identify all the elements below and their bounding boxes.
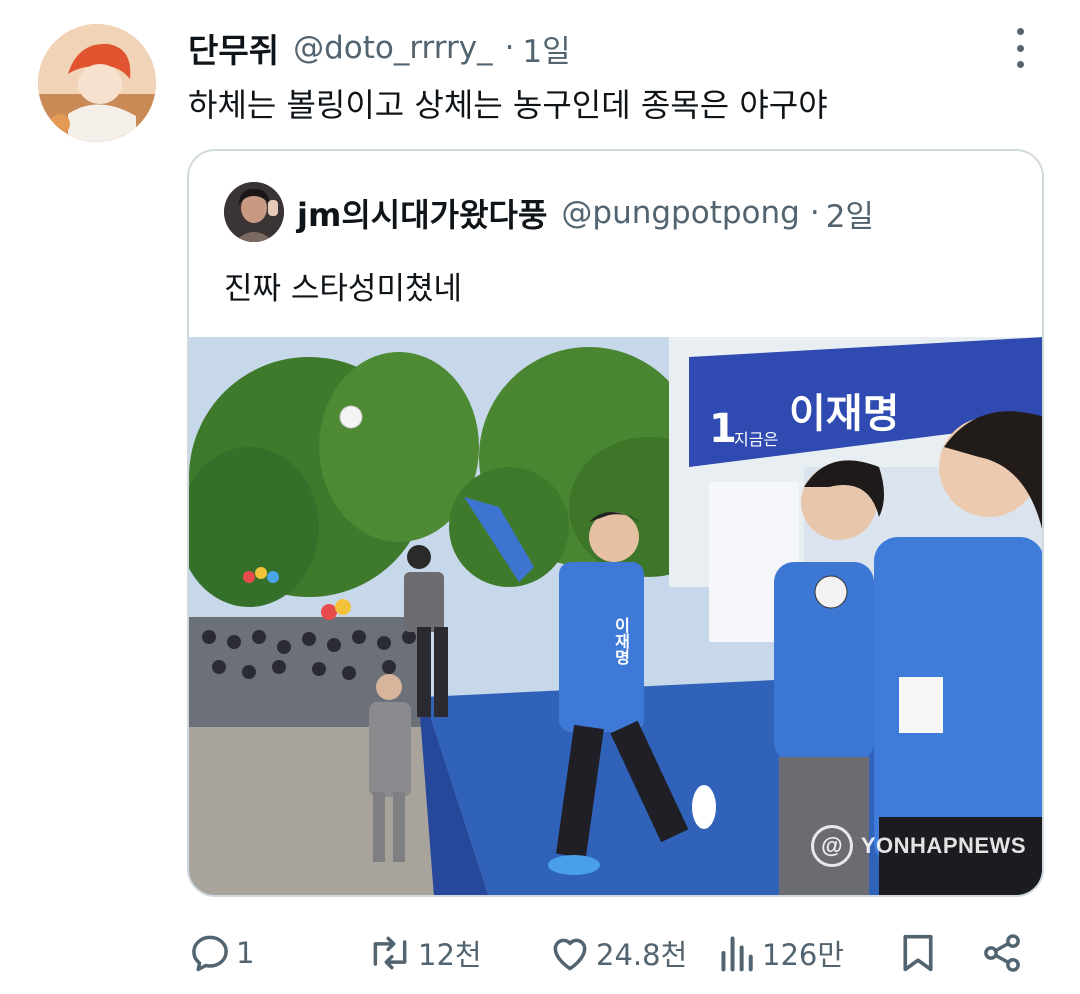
separator-dot: · [504,30,515,66]
views-icon [721,936,753,972]
share-button[interactable] [980,918,1024,988]
tweet-actions: 1 12천 24.8천 126만 [0,918,1080,988]
quoted-tweet-photo[interactable]: 1 지금은 이재명 이재명 @ YONHAPNEWS [189,337,1042,895]
more-dot [1016,61,1024,68]
photo-illustration: 1 지금은 이재명 이재명 [189,337,1042,895]
banner-name: 이재명 [789,391,899,437]
watermark-text: YONHAPNEWS [860,833,1026,858]
bookmark-button[interactable] [898,918,938,988]
separator-dot: · [809,195,820,231]
vest-text: 이재명 [612,617,631,666]
quoted-tweet-text: 진짜 스타성미쳤네 [224,271,463,307]
photo-watermark: @ YONHAPNEWS [810,825,1026,867]
reply-button[interactable]: 1 [188,918,254,988]
retweet-icon [373,936,407,970]
tweet-timestamp[interactable]: 1일 [522,26,570,71]
yonhap-logo-icon: @ [810,825,853,867]
retweet-button[interactable]: 12천 [366,918,482,988]
views-button[interactable]: 126만 [718,918,844,988]
more-dot [1016,44,1024,52]
quoted-timestamp: 2일 [825,198,874,235]
banner-small-text: 지금은 [734,430,778,449]
quoted-handle: @pungpotpong [561,195,800,231]
quoted-display-name: jm의시대가왔다풍 [297,196,548,234]
like-icon [553,938,587,971]
share-icon [984,934,1020,972]
more-dot [1016,28,1024,35]
bookmark-icon [903,934,933,972]
reply-count: 1 [236,936,255,970]
quoted-tweet-card[interactable]: jm의시대가왔다풍 @pungpotpong · 2일 진짜 스타성미쳤네 1 … [187,149,1044,897]
author-avatar[interactable] [38,24,156,142]
tweet-text: 하체는 볼링이고 상체는 농구인데 종목은 야구야 [188,86,828,124]
reply-icon [192,935,228,972]
quoted-author-avatar [224,182,284,242]
view-count: 126만 [762,938,845,972]
quoted-tweet-header: jm의시대가왔다풍 @pungpotpong · 2일 [297,188,874,238]
more-icon[interactable] [1002,28,1038,68]
retweet-count: 12천 [418,938,482,972]
banner-number: 1 [709,406,737,452]
tweet-header: 단무쥐 @doto_rrrry_ · 1일 [188,24,571,72]
author-display-name[interactable]: 단무쥐 [188,24,279,72]
like-count: 24.8천 [596,938,688,972]
like-button[interactable]: 24.8천 [548,918,687,988]
author-handle[interactable]: @doto_rrrry_ [293,30,492,66]
